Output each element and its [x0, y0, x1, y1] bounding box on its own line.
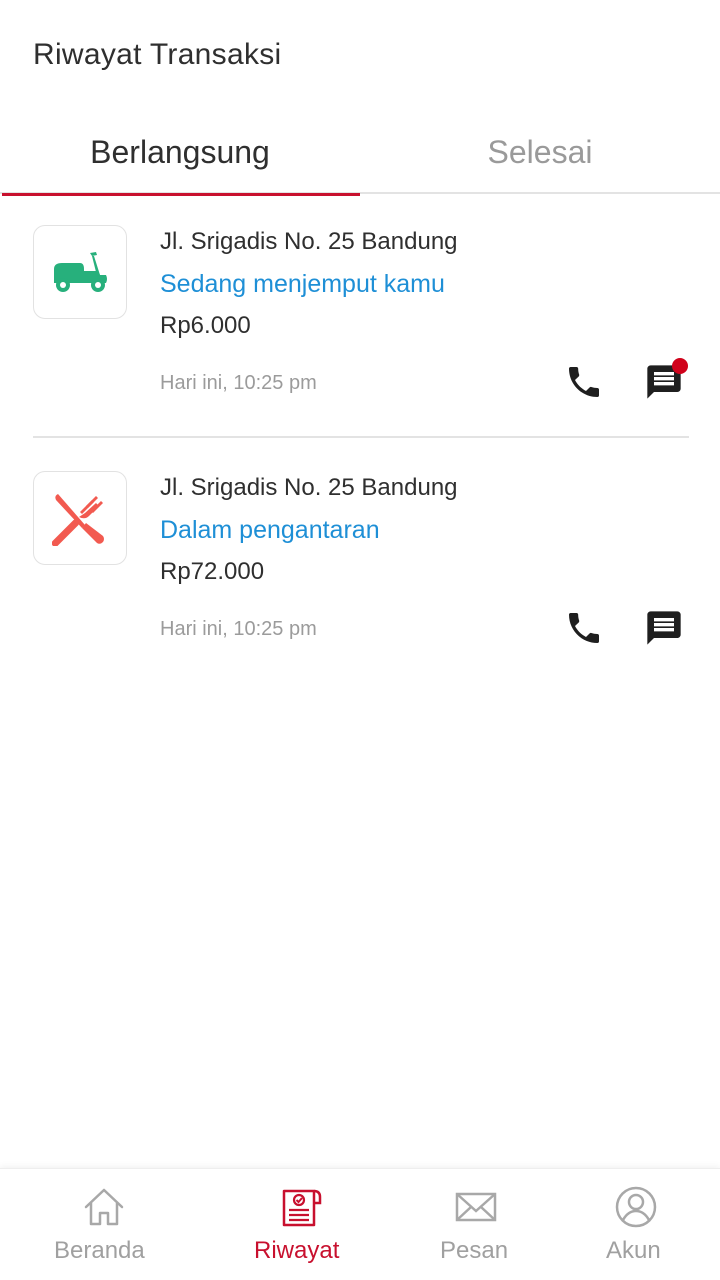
- chat-driver-button[interactable]: [644, 608, 684, 648]
- service-thumbnail: [33, 225, 127, 319]
- nav-label: Riwayat: [254, 1237, 340, 1264]
- order-price: Rp72.000: [160, 558, 265, 585]
- pickup-address: Jl. Srigadis No. 25 Bandung: [160, 228, 458, 255]
- account-icon: [615, 1186, 657, 1228]
- order-price: Rp6.000: [160, 312, 251, 339]
- phone-icon: [569, 367, 599, 397]
- nav-label: Pesan: [440, 1237, 509, 1264]
- nav-riwayat[interactable]: Riwayat: [244, 1169, 360, 1280]
- fork-knife-icon: [52, 494, 104, 546]
- bottom-navigation: Beranda Riwayat Pesan Akun: [0, 1168, 720, 1280]
- call-driver-button[interactable]: [564, 608, 604, 648]
- nav-label: Akun: [606, 1237, 661, 1264]
- home-icon: [84, 1188, 124, 1226]
- tab-berlangsung[interactable]: Berlangsung: [0, 118, 360, 196]
- nav-beranda[interactable]: Beranda: [44, 1169, 168, 1280]
- nav-akun[interactable]: Akun: [598, 1169, 678, 1280]
- phone-icon: [569, 613, 599, 643]
- transaction-history-screen: Riwayat Transaksi Berlangsung Selesai Jl…: [0, 0, 720, 1280]
- mail-icon: [455, 1192, 497, 1222]
- unread-badge: [672, 358, 688, 374]
- history-icon: [282, 1189, 322, 1227]
- tab-selesai[interactable]: Selesai: [360, 118, 720, 194]
- order-status: Dalam pengantaran: [160, 516, 380, 544]
- tab-bar: Berlangsung Selesai: [0, 118, 720, 196]
- call-driver-button[interactable]: [564, 362, 604, 402]
- service-thumbnail: [33, 471, 127, 565]
- order-time: Hari ini, 10:25 pm: [160, 372, 317, 394]
- order-time: Hari ini, 10:25 pm: [160, 618, 317, 640]
- order-status: Sedang menjemput kamu: [160, 270, 445, 298]
- nav-label: Beranda: [54, 1237, 145, 1264]
- scooter-icon: [54, 252, 107, 292]
- pickup-address: Jl. Srigadis No. 25 Bandung: [160, 474, 458, 501]
- page-title: Riwayat Transaksi: [33, 38, 282, 71]
- message-icon: [647, 611, 681, 645]
- nav-pesan[interactable]: Pesan: [432, 1169, 528, 1280]
- divider: [33, 436, 689, 438]
